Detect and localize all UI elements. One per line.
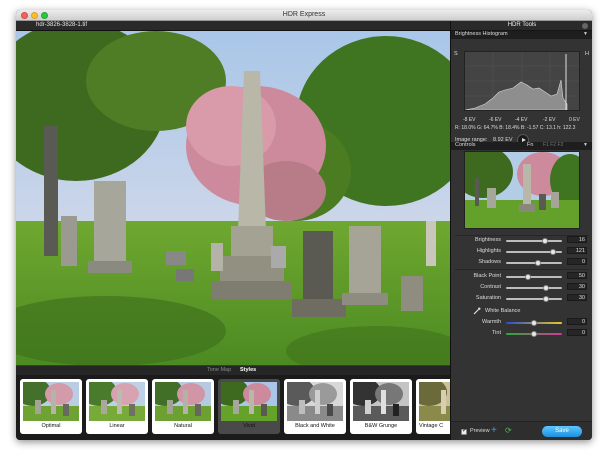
shadows-slider[interactable] (506, 260, 562, 266)
ev-label: -6 EV (489, 117, 502, 123)
slider-knob[interactable] (542, 238, 549, 244)
histogram-title: Brightness Histogram (455, 31, 508, 37)
style-label: Optimal (41, 423, 61, 429)
divider (455, 269, 589, 270)
document-filename: hdr-3826-3828-1.tif (36, 22, 88, 28)
save-button[interactable]: Save (542, 426, 582, 437)
black-point-value: 50 (578, 273, 585, 279)
collapse-triangle-icon[interactable]: ▼ (583, 142, 588, 148)
preview-label: Preview (470, 428, 490, 434)
style-label: Black and White (295, 423, 335, 429)
style-thumb-black-and-white[interactable]: Black and White (284, 379, 346, 434)
panel-close-icon[interactable] (582, 23, 588, 29)
style-thumb-vintage[interactable]: Vintage C (416, 379, 450, 434)
app-window: HDR Express hdr-3826-3828-1.tif Tone Map… (16, 10, 592, 440)
title-bar: HDR Express (16, 10, 592, 21)
saturation-label: Saturation (475, 295, 501, 301)
panel-bottom-bar: Preview + ⟳ Save (451, 421, 592, 440)
cemetery-photo (16, 31, 450, 365)
hdr-tools-panel: HDR Tools Brightness Histogram ▼ S H -8 … (450, 21, 592, 440)
slider-knob[interactable] (535, 260, 542, 266)
brightness-histogram (464, 51, 580, 111)
warmth-value: 0 (581, 319, 585, 325)
preview-image (465, 152, 579, 228)
histogram-highlights-marker: H (585, 51, 589, 57)
add-preset-icon[interactable]: + (491, 425, 497, 436)
warmth-label: Warmth (481, 319, 501, 325)
contrast-value: 30 (578, 284, 585, 290)
brightness-label: Brightness (475, 237, 501, 243)
preset-slots[interactable]: F1 F2 F3 (543, 142, 563, 148)
ev-label: 0 EV (569, 117, 580, 123)
white-balance-label: White Balance (485, 308, 521, 314)
slider-knob[interactable] (543, 285, 550, 291)
style-label: B&W Grunge (364, 423, 398, 429)
document-header: hdr-3826-3828-1.tif (16, 21, 450, 31)
black-point-slider[interactable] (506, 274, 562, 280)
tint-slider[interactable] (506, 331, 562, 337)
ev-label: -2 EV (543, 117, 556, 123)
slider-knob[interactable] (543, 296, 550, 302)
style-thumb-image (419, 382, 450, 421)
tint-label: Tint (492, 330, 501, 336)
brightness-value: 16 (578, 237, 585, 243)
slider-knob[interactable] (525, 274, 532, 280)
style-thumb-image (353, 382, 409, 421)
style-label: Vivid (243, 423, 255, 429)
style-thumb-vivid[interactable]: Vivid (218, 379, 280, 434)
shadows-value: 0 (581, 259, 585, 265)
warmth-slider[interactable] (506, 320, 562, 326)
styles-strip: Optimal Linear Natural Vivid Black and W… (16, 375, 450, 440)
tab-styles[interactable]: Styles (240, 367, 256, 373)
shadows-label: Shadows (478, 259, 501, 265)
style-thumb-image (23, 382, 79, 421)
slider-knob[interactable] (550, 249, 557, 255)
style-label: Vintage C (419, 423, 444, 429)
black-point-label: Black Point (473, 273, 501, 279)
style-thumb-linear[interactable]: Linear (86, 379, 148, 434)
highlights-value: 121 (575, 248, 585, 254)
histogram-section-header[interactable]: Brightness Histogram ▼ (451, 31, 592, 39)
highlights-slider[interactable] (506, 249, 562, 255)
style-label: Linear (109, 423, 125, 429)
ev-label: -8 EV (463, 117, 476, 123)
fn-label: Fn (527, 142, 534, 148)
style-thumb-image (221, 382, 277, 421)
histogram-shadows-marker: S (454, 51, 458, 57)
style-thumb-optimal[interactable]: Optimal (20, 379, 82, 434)
contrast-label: Contrast (480, 284, 501, 290)
brightness-slider[interactable] (506, 238, 562, 244)
tab-tone-map[interactable]: Tone Map (207, 367, 231, 373)
style-thumb-bw-grunge[interactable]: B&W Grunge (350, 379, 412, 434)
window-title: HDR Express (282, 11, 326, 18)
style-label: Natural (174, 423, 192, 429)
mode-tabs: Tone Map Styles (16, 365, 450, 375)
reset-icon[interactable]: ⟳ (505, 426, 512, 435)
style-thumb-natural[interactable]: Natural (152, 379, 214, 434)
preview-thumbnail (464, 151, 580, 229)
highlights-label: Highlights (476, 248, 501, 254)
ev-label: -4 EV (515, 117, 528, 123)
ev-scale: -8 EV -6 EV -4 EV -2 EV 0 EV (459, 117, 589, 124)
tint-value: 0 (581, 330, 585, 336)
histogram-stats: R: 18.0% G: 64.7% B: 18.4% B: -1.57 C: 1… (455, 125, 576, 131)
histogram-graph (464, 52, 579, 111)
style-thumb-image (155, 382, 211, 421)
slider-knob[interactable] (531, 331, 537, 337)
saturation-value: 30 (578, 295, 585, 301)
panel-title: HDR Tools (451, 21, 592, 31)
preview-checkbox[interactable] (461, 427, 467, 435)
contrast-slider[interactable] (506, 285, 562, 291)
controls-title: Controls (455, 142, 476, 148)
collapse-triangle-icon[interactable]: ▼ (583, 31, 588, 37)
photo-canvas[interactable] (16, 31, 450, 365)
saturation-slider[interactable] (506, 296, 562, 302)
controls-section-header[interactable]: Controls Fn F1 F2 F3 ▼ (451, 142, 592, 150)
eyedropper-icon[interactable] (473, 307, 481, 315)
slider-knob[interactable] (531, 320, 537, 326)
style-thumb-image (89, 382, 145, 421)
style-thumb-image (287, 382, 343, 421)
